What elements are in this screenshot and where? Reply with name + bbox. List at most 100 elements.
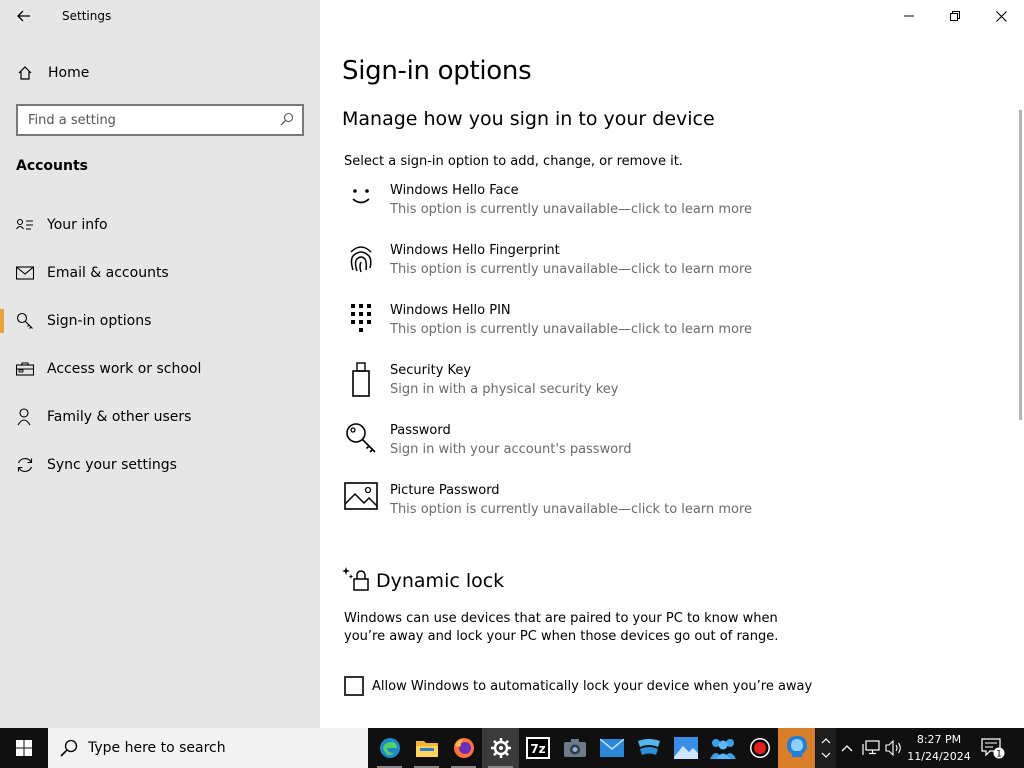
sync-icon: [16, 456, 34, 474]
taskbar-app-explorer[interactable]: [408, 728, 445, 768]
settings-search-input[interactable]: [28, 112, 280, 128]
mail-app-icon: [599, 739, 624, 757]
back-arrow-icon: [17, 10, 30, 22]
page-title: Sign-in options: [342, 56, 532, 86]
clock-time: 8:27 PM: [916, 733, 962, 746]
nav-home[interactable]: Home: [0, 56, 320, 90]
edge-icon: [379, 738, 400, 758]
option-desc: Sign in with a physical security key: [390, 382, 619, 397]
minimize-button[interactable]: [886, 0, 932, 32]
taskbar-app-7zip[interactable]: 7z: [519, 728, 556, 768]
dynamic-lock-title: Dynamic lock: [376, 570, 505, 592]
option-name: Windows Hello Face: [390, 183, 519, 198]
sidebar-item-email-accounts[interactable]: Email & accounts: [0, 249, 320, 297]
taskbar-app-camera[interactable]: [556, 728, 593, 768]
sidebar: Settings Home Accounts Your info Email &…: [0, 0, 320, 728]
option-picture-password[interactable]: Picture Password This option is currentl…: [342, 480, 822, 540]
taskbar-app-photos[interactable]: [667, 728, 704, 768]
home-icon: [16, 64, 34, 82]
nav-home-label: Home: [48, 65, 90, 81]
sidebar-item-access-work[interactable]: Access work or school: [0, 345, 320, 393]
option-hello-pin[interactable]: Windows Hello PIN This option is current…: [342, 300, 822, 360]
recorder-icon: [749, 738, 770, 758]
notification-count: 1: [996, 750, 1002, 760]
firefox-icon: [453, 738, 474, 758]
sidebar-item-your-info[interactable]: Your info: [0, 201, 320, 249]
person-card-icon: [16, 216, 34, 234]
sidebar-item-family-users[interactable]: Family & other users: [0, 393, 320, 441]
back-button[interactable]: [12, 6, 36, 26]
chevron-up-icon: [841, 745, 853, 752]
fingerprint-icon: [342, 240, 380, 280]
option-desc: This option is currently unavailable—cli…: [390, 262, 753, 277]
dynamic-lock-checkbox[interactable]: [344, 676, 364, 696]
dynamic-lock-description: Windows can use devices that are paired …: [344, 611, 779, 644]
option-password[interactable]: Password Sign in with your account's pas…: [342, 420, 822, 480]
option-hello-fingerprint[interactable]: Windows Hello Fingerprint This option is…: [342, 240, 822, 300]
bulb-app-icon: [786, 736, 807, 757]
option-name: Windows Hello Fingerprint: [390, 243, 560, 258]
tray-network-button[interactable]: [860, 728, 882, 768]
taskbar-app-bulb[interactable]: [778, 728, 815, 768]
taskbar-search[interactable]: Type here to search: [48, 728, 368, 768]
usb-key-icon: [342, 360, 380, 400]
restore-icon: [950, 11, 960, 21]
pin-keypad-icon: [342, 300, 380, 340]
face-icon: [342, 180, 380, 220]
option-security-key[interactable]: Security Key Sign in with a physical sec…: [342, 360, 822, 420]
page-subtitle: Manage how you sign in to your device: [342, 108, 715, 130]
close-icon: [995, 10, 1007, 22]
taskbar-app-vpn[interactable]: [630, 728, 667, 768]
windows-logo-icon: [16, 740, 32, 756]
notification-icon: 1: [981, 738, 1005, 760]
search-icon: [60, 739, 78, 757]
taskbar-search-text: Type here to search: [88, 740, 226, 756]
mail-icon: [16, 264, 34, 282]
taskbar-clock[interactable]: 8:27 PM 11/24/2024: [904, 731, 974, 765]
main-scrollbar[interactable]: [1019, 110, 1022, 420]
restore-button[interactable]: [932, 0, 978, 32]
tray-overflow-button[interactable]: [838, 728, 856, 768]
taskbar-app-mail[interactable]: [593, 728, 630, 768]
option-desc: This option is currently unavailable—cli…: [390, 502, 753, 517]
person-add-icon: [16, 408, 34, 426]
section-heading: Accounts: [16, 158, 89, 174]
taskbar: Type here to search 7z 8:27 PM 11/24/202…: [0, 728, 1024, 768]
close-button[interactable]: [978, 0, 1024, 32]
option-desc: This option is currently unavailable—cli…: [390, 322, 753, 337]
network-icon: [862, 740, 880, 755]
taskbar-app-firefox[interactable]: [445, 728, 482, 768]
dynamic-lock-checkbox-label: Allow Windows to automatically lock your…: [372, 678, 813, 694]
taskbar-app-settings[interactable]: [482, 728, 519, 768]
sidebar-item-label: Family & other users: [47, 409, 192, 425]
intro-text: Select a sign-in option to add, change, …: [344, 154, 683, 169]
option-desc: Sign in with your account's password: [390, 442, 632, 457]
taskbar-app-people[interactable]: [704, 728, 741, 768]
option-hello-face[interactable]: Windows Hello Face This option is curren…: [342, 180, 822, 240]
clock-date: 11/24/2024: [907, 750, 971, 763]
action-center-button[interactable]: 1: [980, 728, 1006, 768]
taskbar-app-recorder[interactable]: [741, 728, 778, 768]
7zip-icon: 7z: [525, 737, 550, 759]
option-name: Picture Password: [390, 483, 500, 498]
start-button[interactable]: [0, 728, 48, 768]
svg-text:7z: 7z: [530, 742, 545, 756]
picture-icon: [342, 480, 380, 520]
option-name: Security Key: [390, 363, 472, 378]
settings-search[interactable]: [16, 104, 304, 136]
sidebar-item-sign-in-options[interactable]: Sign-in options: [0, 297, 320, 345]
sidebar-item-label: Sync your settings: [47, 457, 177, 473]
option-name: Password: [390, 423, 451, 438]
taskbar-scroll-buttons[interactable]: [816, 728, 836, 768]
taskbar-app-edge[interactable]: [371, 728, 408, 768]
settings-gear-icon: [490, 738, 511, 758]
tray-volume-button[interactable]: [884, 728, 904, 768]
people-icon: [709, 739, 736, 759]
camera-icon: [563, 739, 586, 757]
dynamic-lock-heading: Dynamic lock: [342, 566, 504, 596]
nav-list: Your info Email & accounts Sign-in optio…: [0, 201, 320, 489]
dynamic-lock-checkbox-row[interactable]: Allow Windows to automatically lock your…: [344, 676, 812, 696]
chevron-down-icon: [821, 752, 831, 758]
sidebar-item-sync[interactable]: Sync your settings: [0, 441, 320, 489]
option-desc: This option is currently unavailable—cli…: [390, 202, 753, 217]
